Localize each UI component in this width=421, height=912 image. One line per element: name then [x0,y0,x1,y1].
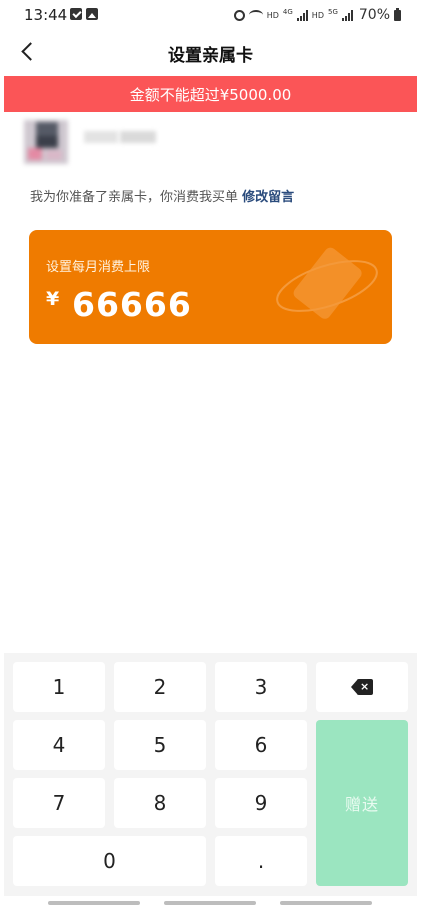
card-decoration-icon [276,247,378,319]
recent-apps-handle[interactable] [48,901,140,905]
alarm-icon [233,9,245,21]
card-label: 设置每月消费上限 [46,260,151,275]
back-arrow-icon[interactable] [16,40,40,64]
status-bar: 13:44 HD 4G HD 5G 70% [0,0,421,30]
message-line: 我为你准备了亲属卡，你消费我买单 修改留言 [30,186,294,205]
key-6[interactable]: 6 [215,720,307,770]
net-5g-label: 5G [327,8,338,16]
system-gesture-bar [0,898,421,912]
net-4g-label: 4G [282,8,293,16]
key-9[interactable]: 9 [215,778,307,828]
family-card-setup-page: 13:44 HD 4G HD 5G 70% 设置亲属卡 金额不能超过¥5000.… [0,0,421,912]
hd-label-1: HD [266,10,279,20]
avatar [24,120,68,164]
currency-sign: ¥ [46,288,60,310]
status-icons: HD 4G HD 5G 70% [233,7,401,23]
nav-bar: 设置亲属卡 [0,30,421,74]
signal-icon-2 [341,9,353,21]
key-3[interactable]: 3 [215,662,307,712]
amount-limit-alert: 金额不能超过¥5000.00 [4,76,417,112]
key-1[interactable]: 1 [13,662,105,712]
battery-percent: 70% [358,7,390,23]
battery-icon [394,7,401,21]
backspace-button[interactable]: × [316,662,408,712]
page-title: 设置亲属卡 [168,46,253,66]
notification-check-icon [70,8,82,20]
hd-label-2: HD [311,10,324,20]
key-2[interactable]: 2 [114,662,206,712]
gift-confirm-button[interactable]: 赠送 [316,720,408,886]
spending-limit-card[interactable]: 设置每月消费上限 ¥ 66666 [29,230,392,344]
status-time: 13:44 [24,6,68,24]
key-0[interactable]: 0 [13,836,206,886]
backspace-icon: × [351,679,373,695]
home-handle[interactable] [164,901,256,905]
message-text: 我为你准备了亲属卡，你消费我买单 [30,190,239,205]
notification-image-icon [86,8,98,20]
key-decimal[interactable]: . [215,836,307,886]
signal-icon-1 [296,9,308,21]
numeric-keypad: 1 2 3 × 4 5 6 7 8 9 0 . 赠送 [4,653,417,896]
key-7[interactable]: 7 [13,778,105,828]
user-name-blurred-2 [120,131,156,143]
amount-input[interactable]: 66666 [72,285,192,324]
user-name-blurred [84,131,118,143]
back-handle[interactable] [280,901,372,905]
key-5[interactable]: 5 [114,720,206,770]
key-8[interactable]: 8 [114,778,206,828]
key-4[interactable]: 4 [13,720,105,770]
wifi-icon [248,10,263,20]
edit-message-link[interactable]: 修改留言 [242,190,294,205]
